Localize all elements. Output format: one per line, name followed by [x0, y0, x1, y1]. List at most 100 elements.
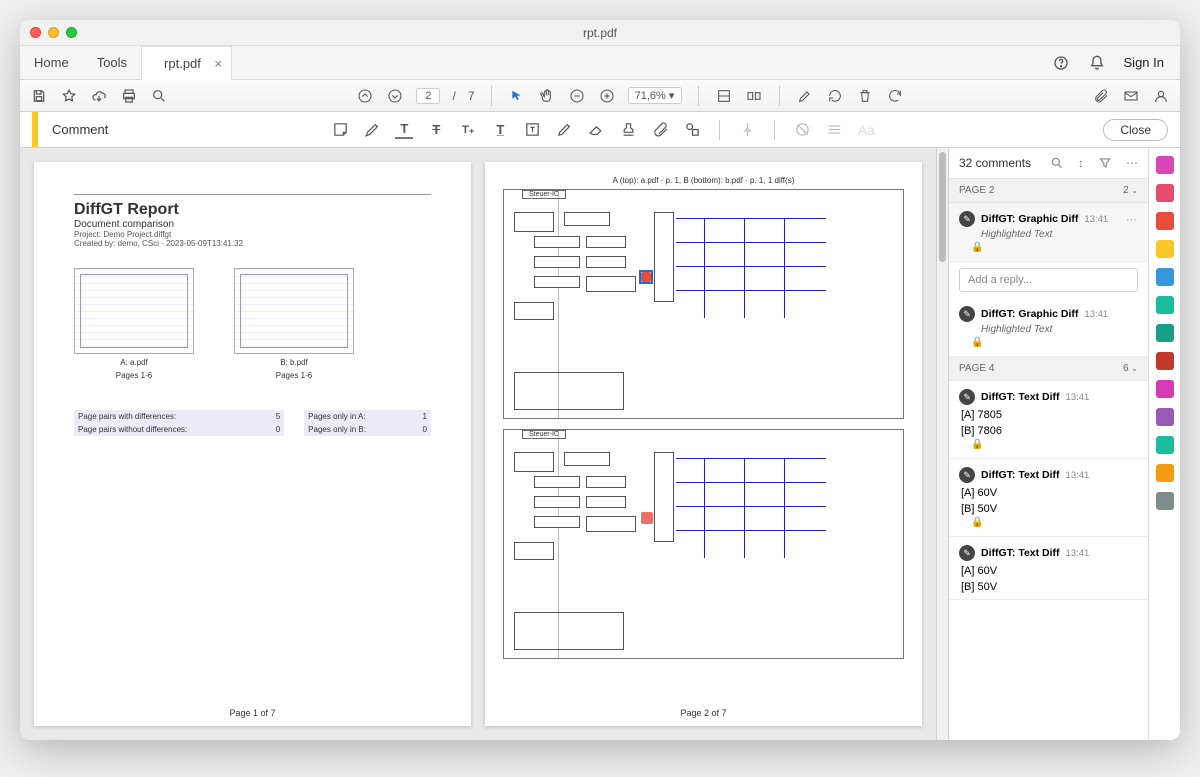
- menu-tools[interactable]: Tools: [83, 46, 141, 79]
- page-down-icon[interactable]: [386, 87, 404, 105]
- sign-in-button[interactable]: Sign In: [1124, 55, 1164, 70]
- comment-item[interactable]: ✎ DiffGT: Graphic Diff 13:41 Highlighted…: [949, 298, 1148, 357]
- comment-rail-icon[interactable]: [1156, 240, 1174, 258]
- comment-label: Comment: [52, 122, 108, 137]
- lock-icon: 🔒: [959, 515, 1138, 530]
- prepare-form-icon[interactable]: [1156, 380, 1174, 398]
- comment-item[interactable]: ✎ DiffGT: Text Diff 13:41 [A] 60V [B] 50…: [949, 537, 1148, 600]
- comment-item[interactable]: ✎ DiffGT: Text Diff 13:41 [A] 60V [B] 50…: [949, 459, 1148, 537]
- pencil-icon[interactable]: [555, 121, 573, 139]
- page-viewer[interactable]: DiffGT Report Document comparison Projec…: [20, 148, 936, 740]
- scan-icon[interactable]: [1156, 296, 1174, 314]
- search-comments-icon[interactable]: [1050, 156, 1064, 170]
- zoom-out-icon[interactable]: [568, 87, 586, 105]
- sticky-note-icon[interactable]: [331, 121, 349, 139]
- highlight-icon[interactable]: [796, 87, 814, 105]
- comment-item[interactable]: ✎ DiffGT: Text Diff 13:41 [A] 7805 [B] 7…: [949, 381, 1148, 459]
- page1-footer: Page 1 of 7: [34, 708, 471, 726]
- bell-icon[interactable]: [1088, 54, 1106, 72]
- delete-icon[interactable]: [856, 87, 874, 105]
- highlight-tool-icon[interactable]: [363, 121, 381, 139]
- comment-item[interactable]: ✎ DiffGT: Graphic Diff 13:41 ⋯ Highlight…: [949, 203, 1148, 262]
- organize-icon[interactable]: [1156, 268, 1174, 286]
- fill-sign-icon[interactable]: [1156, 352, 1174, 370]
- thumbnail-a-pages: Pages 1-6: [74, 371, 194, 380]
- comments-panel: 32 comments ↕ ⋯ PAGE 2 2 ⌄ ✎ DiffGT: Gra…: [948, 148, 1148, 740]
- mail-icon[interactable]: [1122, 87, 1140, 105]
- filter-icon[interactable]: [1098, 156, 1112, 170]
- search-icon[interactable]: [150, 87, 168, 105]
- comment-more-icon[interactable]: ⋯: [1126, 213, 1138, 226]
- eraser-icon[interactable]: [587, 121, 605, 139]
- pdf-page-2: A (top): a.pdf · p. 1, B (bottom): b.pdf…: [485, 162, 922, 726]
- scrollbar-thumb[interactable]: [939, 152, 946, 262]
- fit-width-icon[interactable]: [715, 87, 733, 105]
- attach-icon[interactable]: [1092, 87, 1110, 105]
- window-controls: [30, 27, 77, 38]
- scrollbar[interactable]: [936, 148, 948, 740]
- undo-icon[interactable]: [886, 87, 904, 105]
- replace-text-icon[interactable]: T₊: [459, 121, 477, 139]
- export-pdf-icon[interactable]: [1156, 212, 1174, 230]
- close-window-icon[interactable]: [30, 27, 41, 38]
- stats-table: Page pairs with differences:5 Pages only…: [74, 410, 431, 436]
- menu-home[interactable]: Home: [20, 46, 83, 79]
- zoom-in-icon[interactable]: [598, 87, 616, 105]
- shapes-icon[interactable]: [683, 121, 701, 139]
- help-icon[interactable]: [1052, 54, 1070, 72]
- text-comment-icon[interactable]: T: [395, 121, 413, 139]
- star-icon[interactable]: [60, 87, 78, 105]
- avatar-icon: ✎: [959, 545, 975, 561]
- maximize-window-icon[interactable]: [66, 27, 77, 38]
- reply-input[interactable]: Add a reply...: [959, 268, 1138, 292]
- schematic-bottom: Steuer-IC: [503, 429, 904, 659]
- edit-pdf-icon[interactable]: [1156, 184, 1174, 202]
- comment-strip: [32, 112, 38, 147]
- sort-icon[interactable]: ↕: [1078, 156, 1084, 170]
- create-pdf-icon[interactable]: [1156, 156, 1174, 174]
- compare-icon[interactable]: [1156, 436, 1174, 454]
- textbox-icon[interactable]: [523, 121, 541, 139]
- hand-icon[interactable]: [538, 87, 556, 105]
- rotate-icon[interactable]: [826, 87, 844, 105]
- protect-icon[interactable]: [1156, 324, 1174, 342]
- comment-group-page2[interactable]: PAGE 2 2 ⌄: [949, 179, 1148, 203]
- comment-line-b: [B] 7806: [959, 425, 1138, 437]
- page-number-input[interactable]: 2: [416, 88, 440, 104]
- settings-rail-icon[interactable]: [1156, 492, 1174, 510]
- save-icon[interactable]: [30, 87, 48, 105]
- document-tab[interactable]: rpt.pdf ×: [141, 46, 232, 80]
- more-tools-icon[interactable]: [1156, 464, 1174, 482]
- right-tool-rail: [1148, 148, 1180, 740]
- print-icon[interactable]: [120, 87, 138, 105]
- comment-group-page4[interactable]: PAGE 4 6 ⌄: [949, 357, 1148, 381]
- diff-annotation-red-2[interactable]: [641, 512, 653, 524]
- insert-text-icon[interactable]: T̲: [491, 121, 509, 139]
- pin-icon[interactable]: [738, 121, 756, 139]
- attach-file-icon[interactable]: [651, 121, 669, 139]
- stamp-icon[interactable]: [619, 121, 637, 139]
- fit-page-icon[interactable]: [745, 87, 763, 105]
- minimize-window-icon[interactable]: [48, 27, 59, 38]
- pdf-page-1: DiffGT Report Document comparison Projec…: [34, 162, 471, 726]
- zoom-input[interactable]: 71,6% ▾: [628, 87, 682, 104]
- cloud-icon[interactable]: [90, 87, 108, 105]
- diff-annotation-red[interactable]: [641, 272, 651, 282]
- line-style-icon[interactable]: [825, 121, 843, 139]
- account-icon[interactable]: [1152, 87, 1170, 105]
- cursor-icon[interactable]: [508, 87, 526, 105]
- send-sign-icon[interactable]: [1156, 408, 1174, 426]
- thumbnail-a-label: A: a.pdf: [74, 358, 194, 367]
- strikethrough-icon[interactable]: T: [427, 121, 445, 139]
- page-up-icon[interactable]: [356, 87, 374, 105]
- text-format-icon[interactable]: Aa: [857, 121, 875, 139]
- main-content: DiffGT Report Document comparison Projec…: [20, 148, 1180, 740]
- comment-time: 13:41: [1084, 214, 1108, 225]
- thumbnail-b: [234, 268, 354, 354]
- more-icon[interactable]: ⋯: [1126, 156, 1138, 170]
- ic-label: Steuer-IC: [522, 190, 566, 199]
- close-commentbar-button[interactable]: Close: [1103, 119, 1168, 141]
- comment-line-a: [A] 7805: [959, 409, 1138, 421]
- close-tab-icon[interactable]: ×: [214, 56, 222, 71]
- color-icon[interactable]: [793, 121, 811, 139]
